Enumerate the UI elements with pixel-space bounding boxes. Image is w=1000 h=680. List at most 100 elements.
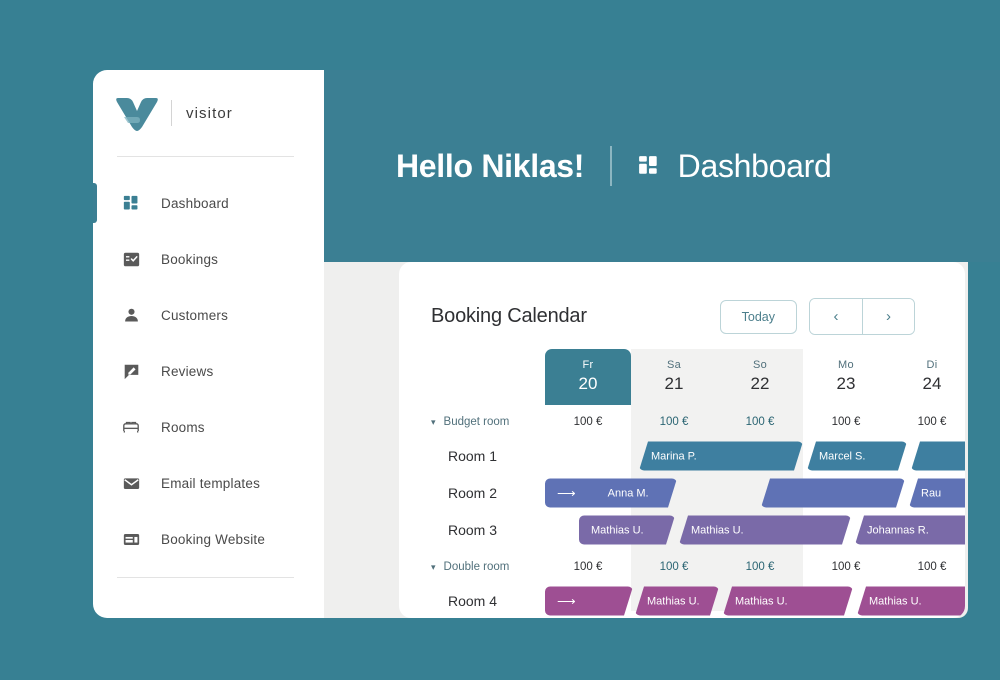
day-price[interactable]: 100 € — [717, 416, 803, 428]
v-logo-icon — [116, 98, 158, 131]
arrow-right-icon: ⟶ — [557, 485, 576, 500]
sidebar-item-email-templates[interactable]: Email templates — [93, 455, 324, 511]
booking-bar[interactable]: Mathias U. — [635, 587, 719, 616]
booking-guest-name: Mathias U. — [647, 595, 700, 607]
booking-website-icon — [121, 529, 141, 549]
column-day-of-week: Sa — [666, 359, 682, 371]
booking-calendar-card: Booking Calendar Today ‹ › Fr 20 Sa 21 So 22 M… — [399, 262, 965, 618]
active-indicator — [93, 295, 97, 335]
calendar-column-header[interactable]: Fr 20 — [545, 349, 631, 405]
booking-bar[interactable]: Mathias U. — [857, 586, 965, 616]
sidebar-item-label: Email templates — [161, 475, 261, 491]
day-price[interactable]: 100 € — [631, 561, 717, 573]
booking-guest-name: Mathias U. — [735, 595, 788, 607]
room-row: Room 3 Mathias U. Mathias U. Johannas R. — [399, 513, 965, 547]
sidebar-item-booking-website[interactable]: Booking Website — [93, 511, 324, 567]
calendar-grid: Fr 20 Sa 21 So 22 Mo 23 Di 24 ▾ Budget room 100 €100… — [399, 349, 965, 616]
header-divider — [610, 146, 612, 186]
sidebar-item-label: Reviews — [161, 363, 214, 379]
active-indicator — [93, 463, 97, 503]
brand-name: visitor — [186, 104, 233, 122]
sidebar-item-customers[interactable]: Customers — [93, 287, 324, 343]
sidebar-nav: Dashboard Bookings Customers Reviews Roo… — [93, 175, 324, 567]
active-indicator — [93, 407, 97, 447]
booking-bar[interactable]: Mathias U. — [723, 587, 853, 616]
booking-bar[interactable] — [761, 479, 905, 508]
calendar-column-header[interactable]: Di 24 — [889, 349, 965, 405]
room-label: Room 4 — [448, 593, 498, 609]
room-row: Room 2 ⟶ Anna M. Rau — [399, 476, 965, 510]
booking-bar[interactable]: ⟶ — [545, 587, 633, 616]
calendar-title: Booking Calendar — [431, 305, 587, 327]
day-price[interactable]: 100 € — [889, 416, 965, 428]
sidebar-item-reviews[interactable]: Reviews — [93, 343, 324, 399]
day-price[interactable]: 100 € — [717, 561, 803, 573]
category-row: ▾ Budget room 100 €100 €100 €100 €100 € — [399, 405, 965, 439]
column-day-of-week: Mo — [838, 359, 854, 371]
day-price[interactable]: 100 € — [545, 416, 631, 428]
active-indicator — [93, 183, 97, 223]
column-day-of-week: Di — [926, 359, 938, 371]
sidebar: visitor Dashboard Bookings Customers Rev… — [93, 70, 324, 618]
sidebar-item-dashboard[interactable]: Dashboard — [93, 175, 324, 231]
day-price[interactable]: 100 € — [631, 416, 717, 428]
sidebar-bottom-divider — [117, 577, 294, 578]
column-day-number: 23 — [836, 374, 856, 393]
rooms-bed-icon — [121, 417, 141, 437]
arrow-right-icon: ⟶ — [557, 593, 576, 608]
brand-divider — [171, 100, 172, 126]
room-label: Room 1 — [448, 448, 498, 464]
reviews-pencil-icon — [121, 361, 141, 381]
sidebar-top-divider — [117, 156, 294, 157]
day-price[interactable]: 100 € — [545, 561, 631, 573]
booking-bar[interactable]: ⟶ Anna M. — [545, 479, 677, 508]
chevron-down-icon: ▾ — [431, 561, 436, 572]
active-indicator — [93, 519, 97, 559]
booking-guest-name: Johannas R. — [867, 524, 929, 536]
customers-person-icon — [121, 305, 141, 325]
sidebar-item-label: Dashboard — [161, 195, 229, 211]
next-period-button[interactable]: › — [862, 299, 914, 334]
booking-bar[interactable]: Marcel S. — [807, 442, 907, 471]
booking-guest-name: Marcel S. — [819, 450, 866, 462]
calendar-column-header[interactable]: Sa 21 — [631, 349, 717, 405]
calendar-column-header[interactable]: Mo 23 — [803, 349, 889, 405]
booking-bar[interactable]: Mathias U. — [679, 516, 851, 545]
prev-period-button[interactable]: ‹ — [810, 299, 862, 334]
calendar-column-header[interactable]: So 22 — [717, 349, 803, 405]
booking-bar[interactable] — [911, 441, 965, 471]
day-price[interactable]: 100 € — [803, 416, 889, 428]
sidebar-item-rooms[interactable]: Rooms — [93, 399, 324, 455]
category-label: Budget room — [443, 416, 510, 428]
room-label: Room 2 — [448, 485, 498, 501]
category-label: Double room — [443, 561, 510, 573]
booking-guest-name: Marina P. — [651, 450, 697, 462]
booking-guest-name: Mathias U. — [591, 524, 644, 536]
page-header: Hello Niklas! Dashboard — [324, 70, 1000, 262]
booking-bar[interactable]: Rau — [909, 478, 965, 508]
calendar-header: Booking Calendar Today ‹ › — [399, 262, 965, 335]
room-label: Room 3 — [448, 522, 498, 538]
day-price[interactable]: 100 € — [803, 561, 889, 573]
sidebar-item-label: Booking Website — [161, 531, 266, 547]
booking-guest-name: Mathias U. — [869, 595, 922, 607]
booking-bar[interactable]: Mathias U. — [579, 516, 675, 545]
category-toggle[interactable]: ▾ Budget room — [431, 416, 509, 428]
brand: visitor — [93, 70, 324, 134]
column-day-number: 22 — [750, 374, 770, 393]
booking-bar[interactable]: Johannas R. — [855, 515, 965, 545]
column-day-number: 21 — [664, 374, 684, 393]
booking-guest-name: Mathias U. — [691, 524, 744, 536]
day-price[interactable]: 100 € — [889, 561, 965, 573]
dashboard-grid-icon — [121, 193, 141, 213]
sidebar-item-bookings[interactable]: Bookings — [93, 231, 324, 287]
column-day-of-week: So — [752, 359, 768, 371]
booking-bar[interactable]: Marina P. — [639, 442, 803, 471]
room-row: Room 4 ⟶ Mathias U. Mathias U. Mathias U. — [399, 584, 965, 618]
booking-guest-name: Anna M. — [607, 487, 649, 499]
dashboard-grid-icon — [638, 155, 660, 177]
email-envelope-icon — [121, 473, 141, 493]
today-button[interactable]: Today — [719, 299, 797, 334]
category-toggle[interactable]: ▾ Double room — [431, 561, 509, 573]
active-indicator — [93, 351, 97, 391]
